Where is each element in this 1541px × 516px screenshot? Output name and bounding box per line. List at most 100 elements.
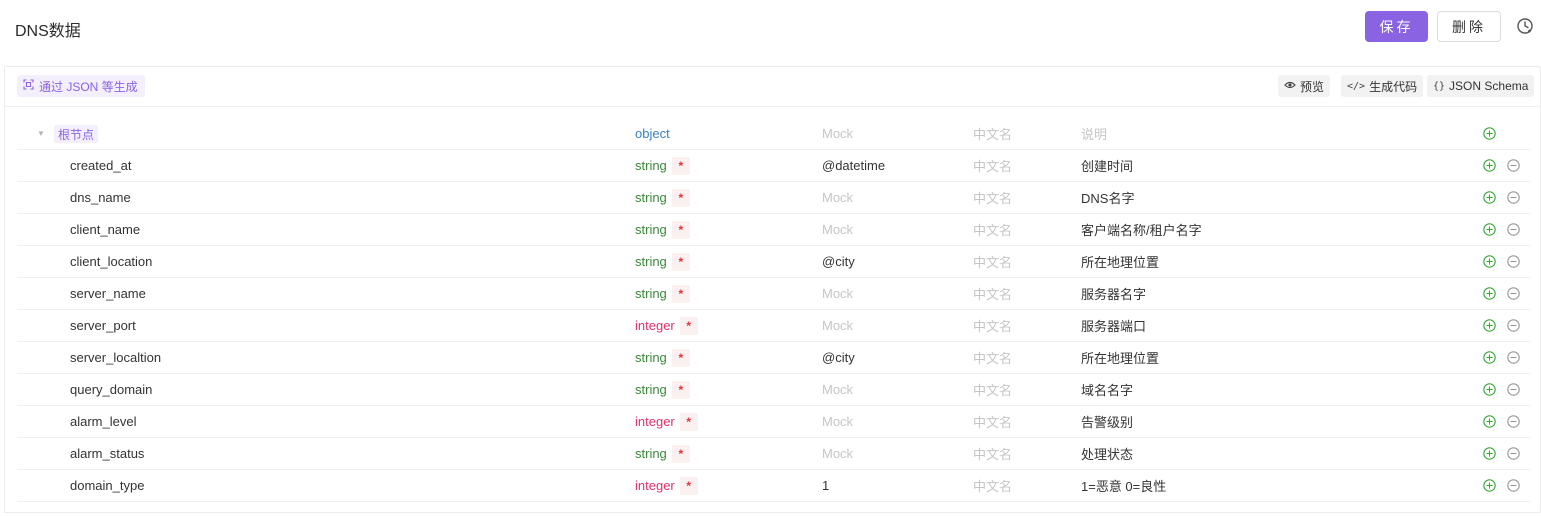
field-mock-input[interactable]: Mock [822,438,853,469]
add-sibling-icon[interactable] [1483,223,1496,236]
field-type-select[interactable]: string * [635,246,690,277]
field-name-input[interactable]: dns_name [70,182,131,213]
field-type-select[interactable]: string * [635,374,690,405]
add-sibling-icon[interactable] [1483,351,1496,364]
field-type-select[interactable]: integer * [635,406,698,437]
field-mock-input[interactable]: @city [822,342,855,373]
add-sibling-icon[interactable] [1483,287,1496,300]
remove-field-icon[interactable] [1507,255,1520,268]
required-toggle[interactable]: * [671,252,690,271]
add-sibling-icon[interactable] [1483,479,1496,492]
add-sibling-icon[interactable] [1483,383,1496,396]
field-type-select[interactable]: string * [635,214,690,245]
required-toggle[interactable]: * [671,348,690,367]
root-mock-input[interactable]: Mock [822,118,853,149]
remove-field-icon[interactable] [1507,191,1520,204]
field-cn-input[interactable]: 中文名 [973,278,1012,309]
remove-field-icon[interactable] [1507,351,1520,364]
add-sibling-icon[interactable] [1483,415,1496,428]
preview-button[interactable]: 预览 [1278,75,1331,97]
field-type-select[interactable]: integer * [635,310,698,341]
field-desc-input[interactable]: 服务器名字 [1081,278,1146,309]
add-sibling-icon[interactable] [1483,447,1496,460]
field-cn-input[interactable]: 中文名 [973,406,1012,437]
root-desc-input[interactable]: 说明 [1081,118,1107,149]
field-cn-input[interactable]: 中文名 [973,182,1012,213]
remove-field-icon[interactable] [1507,415,1520,428]
field-type-select[interactable]: string * [635,342,690,373]
field-mock-input[interactable]: Mock [822,214,853,245]
add-sibling-icon[interactable] [1483,191,1496,204]
field-desc-input[interactable]: 所在地理位置 [1081,342,1159,373]
field-type-select[interactable]: string * [635,150,690,181]
generate-from-json-button[interactable]: 通过 JSON 等生成 [17,75,145,97]
add-child-icon[interactable] [1483,127,1496,140]
field-name-input[interactable]: created_at [70,150,131,181]
field-desc-input[interactable]: 所在地理位置 [1081,246,1159,277]
add-sibling-icon[interactable] [1483,319,1496,332]
save-button[interactable]: 保存 [1365,11,1428,42]
required-toggle[interactable]: * [671,188,690,207]
required-toggle[interactable]: * [671,380,690,399]
field-type-select[interactable]: integer * [635,470,698,501]
field-desc-input[interactable]: 服务器端口 [1081,310,1146,341]
field-mock-input[interactable]: Mock [822,310,853,341]
field-type-select[interactable]: string * [635,438,690,469]
generate-code-button[interactable]: </> 生成代码 [1341,75,1424,97]
required-toggle[interactable]: * [679,476,698,495]
remove-field-icon[interactable] [1507,319,1520,332]
remove-field-icon[interactable] [1507,447,1520,460]
required-toggle[interactable]: * [679,316,698,335]
required-toggle[interactable]: * [671,284,690,303]
add-sibling-icon[interactable] [1483,255,1496,268]
field-desc-input[interactable]: 创建时间 [1081,150,1133,181]
root-cn-input[interactable]: 中文名 [973,118,1012,149]
field-desc-input[interactable]: 客户端名称/租户名字 [1081,214,1202,245]
field-cn-input[interactable]: 中文名 [973,470,1012,501]
field-type-select[interactable]: string * [635,182,690,213]
remove-field-icon[interactable] [1507,223,1520,236]
field-desc-input[interactable]: 1=恶意 0=良性 [1081,470,1166,501]
field-cn-input[interactable]: 中文名 [973,246,1012,277]
field-cn-input[interactable]: 中文名 [973,438,1012,469]
add-sibling-icon[interactable] [1483,159,1496,172]
history-icon[interactable] [1515,16,1535,36]
field-desc-input[interactable]: DNS名字 [1081,182,1134,213]
root-type[interactable]: object [635,118,670,149]
delete-button[interactable]: 删除 [1437,11,1501,42]
collapse-caret-icon[interactable]: ▼ [37,118,45,149]
field-mock-input[interactable]: Mock [822,406,853,437]
field-name-input[interactable]: client_location [70,246,152,277]
field-desc-input[interactable]: 处理状态 [1081,438,1133,469]
remove-field-icon[interactable] [1507,383,1520,396]
field-name-input[interactable]: server_port [70,310,136,341]
json-schema-button[interactable]: {} JSON Schema [1427,75,1535,97]
field-cn-input[interactable]: 中文名 [973,310,1012,341]
remove-field-icon[interactable] [1507,287,1520,300]
remove-field-icon[interactable] [1507,159,1520,172]
field-mock-input[interactable]: Mock [822,182,853,213]
field-name-input[interactable]: client_name [70,214,140,245]
field-cn-input[interactable]: 中文名 [973,374,1012,405]
field-name-input[interactable]: query_domain [70,374,152,405]
field-cn-input[interactable]: 中文名 [973,150,1012,181]
field-name-input[interactable]: server_name [70,278,146,309]
field-mock-input[interactable]: @datetime [822,150,885,181]
field-name-input[interactable]: server_localtion [70,342,161,373]
field-mock-input[interactable]: Mock [822,278,853,309]
field-desc-input[interactable]: 告警级别 [1081,406,1133,437]
field-name-input[interactable]: domain_type [70,470,144,501]
required-toggle[interactable]: * [671,444,690,463]
required-toggle[interactable]: * [679,412,698,431]
field-mock-input[interactable]: @city [822,246,855,277]
field-name-input[interactable]: alarm_status [70,438,144,469]
field-mock-input[interactable]: Mock [822,374,853,405]
field-desc-input[interactable]: 域名名字 [1081,374,1133,405]
required-toggle[interactable]: * [671,156,690,175]
field-mock-input[interactable]: 1 [822,470,829,501]
required-toggle[interactable]: * [671,220,690,239]
field-cn-input[interactable]: 中文名 [973,214,1012,245]
remove-field-icon[interactable] [1507,479,1520,492]
field-cn-input[interactable]: 中文名 [973,342,1012,373]
field-name-input[interactable]: alarm_level [70,406,136,437]
